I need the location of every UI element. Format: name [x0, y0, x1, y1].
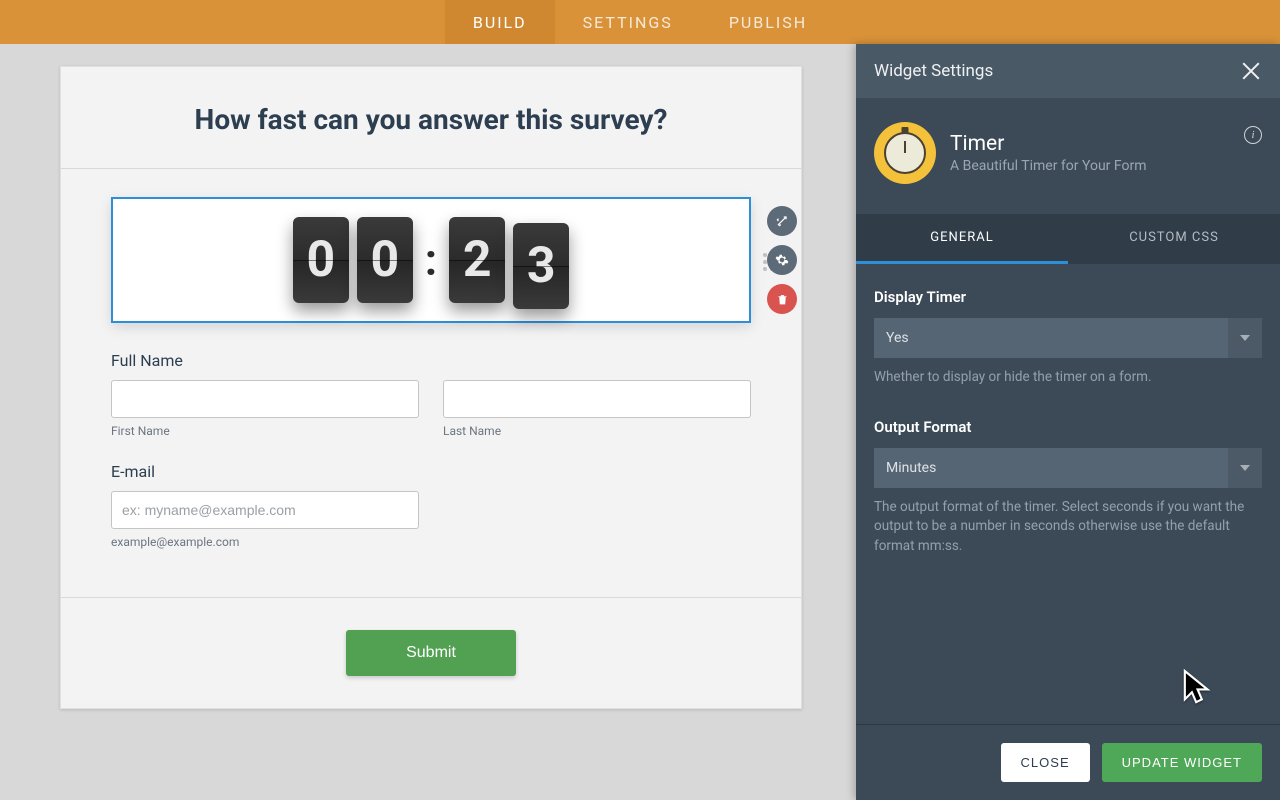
email-field: E-mail example@example.com	[111, 462, 751, 549]
output-format-help: The output format of the timer. Select s…	[874, 498, 1262, 557]
timer-colon: :	[421, 234, 441, 286]
timer-digit-3: 2	[449, 217, 505, 303]
submit-button[interactable]: Submit	[346, 630, 516, 676]
widget-name: Timer	[950, 132, 1147, 156]
panel-body: Display Timer Yes Whether to display or …	[856, 264, 1280, 724]
timer-digit-4: 3	[513, 223, 569, 309]
display-timer-select[interactable]: Yes	[874, 318, 1262, 358]
nav-tab-publish[interactable]: PUBLISH	[701, 0, 835, 44]
form-title: How fast can you answer this survey?	[61, 67, 801, 168]
widget-settings-panel: Widget Settings Timer A Beautiful Timer …	[856, 44, 1280, 800]
last-name-sublabel: Last Name	[443, 424, 751, 438]
output-format-value: Minutes	[886, 460, 936, 476]
widget-mini-toolbar	[767, 206, 797, 314]
stopwatch-icon	[874, 122, 936, 184]
close-button[interactable]: CLOSE	[1001, 743, 1090, 782]
update-widget-button[interactable]: UPDATE WIDGET	[1102, 743, 1262, 782]
panel-title: Widget Settings	[874, 61, 993, 81]
magic-wand-icon[interactable]	[767, 206, 797, 236]
nav-tab-build[interactable]: BUILD	[445, 0, 555, 44]
form-body: 0 0 : 2 3 Full Name	[61, 169, 801, 597]
timer-widget-wrap[interactable]: 0 0 : 2 3	[111, 197, 751, 323]
gear-icon[interactable]	[767, 245, 797, 275]
fullname-field: Full Name First Name Last Name	[111, 351, 751, 438]
panel-footer: CLOSE UPDATE WIDGET	[856, 724, 1280, 800]
panel-tab-general[interactable]: GENERAL	[856, 214, 1068, 264]
timer-digit-2: 0	[357, 217, 413, 303]
trash-icon[interactable]	[767, 284, 797, 314]
output-format-select[interactable]: Minutes	[874, 448, 1262, 488]
last-name-input[interactable]	[443, 380, 751, 418]
timer-digit-1: 0	[293, 217, 349, 303]
timer-widget[interactable]: 0 0 : 2 3	[111, 197, 751, 323]
display-timer-setting: Display Timer Yes Whether to display or …	[874, 288, 1262, 388]
close-icon[interactable]	[1240, 60, 1262, 82]
nav-tab-settings[interactable]: SETTINGS	[555, 0, 701, 44]
top-nav: BUILD SETTINGS PUBLISH	[0, 0, 1280, 44]
submit-section: Submit	[61, 597, 801, 708]
output-format-setting: Output Format Minutes The output format …	[874, 418, 1262, 557]
email-help: example@example.com	[111, 535, 419, 549]
output-format-label: Output Format	[874, 418, 1262, 436]
chevron-down-icon	[1228, 318, 1262, 358]
panel-header: Widget Settings	[856, 44, 1280, 98]
chevron-down-icon	[1228, 448, 1262, 488]
email-input[interactable]	[111, 491, 419, 529]
panel-tabs: GENERAL CUSTOM CSS	[856, 214, 1280, 264]
first-name-input[interactable]	[111, 380, 419, 418]
widget-description: A Beautiful Timer for Your Form	[950, 158, 1147, 174]
display-timer-value: Yes	[886, 330, 909, 346]
fullname-label: Full Name	[111, 351, 751, 370]
panel-tab-customcss[interactable]: CUSTOM CSS	[1068, 214, 1280, 264]
first-name-sublabel: First Name	[111, 424, 419, 438]
widget-info: Timer A Beautiful Timer for Your Form i	[856, 98, 1280, 214]
email-label: E-mail	[111, 462, 751, 481]
form-canvas: How fast can you answer this survey? 0 0…	[60, 66, 802, 709]
display-timer-label: Display Timer	[874, 288, 1262, 306]
display-timer-help: Whether to display or hide the timer on …	[874, 368, 1262, 388]
info-icon[interactable]: i	[1244, 126, 1262, 144]
